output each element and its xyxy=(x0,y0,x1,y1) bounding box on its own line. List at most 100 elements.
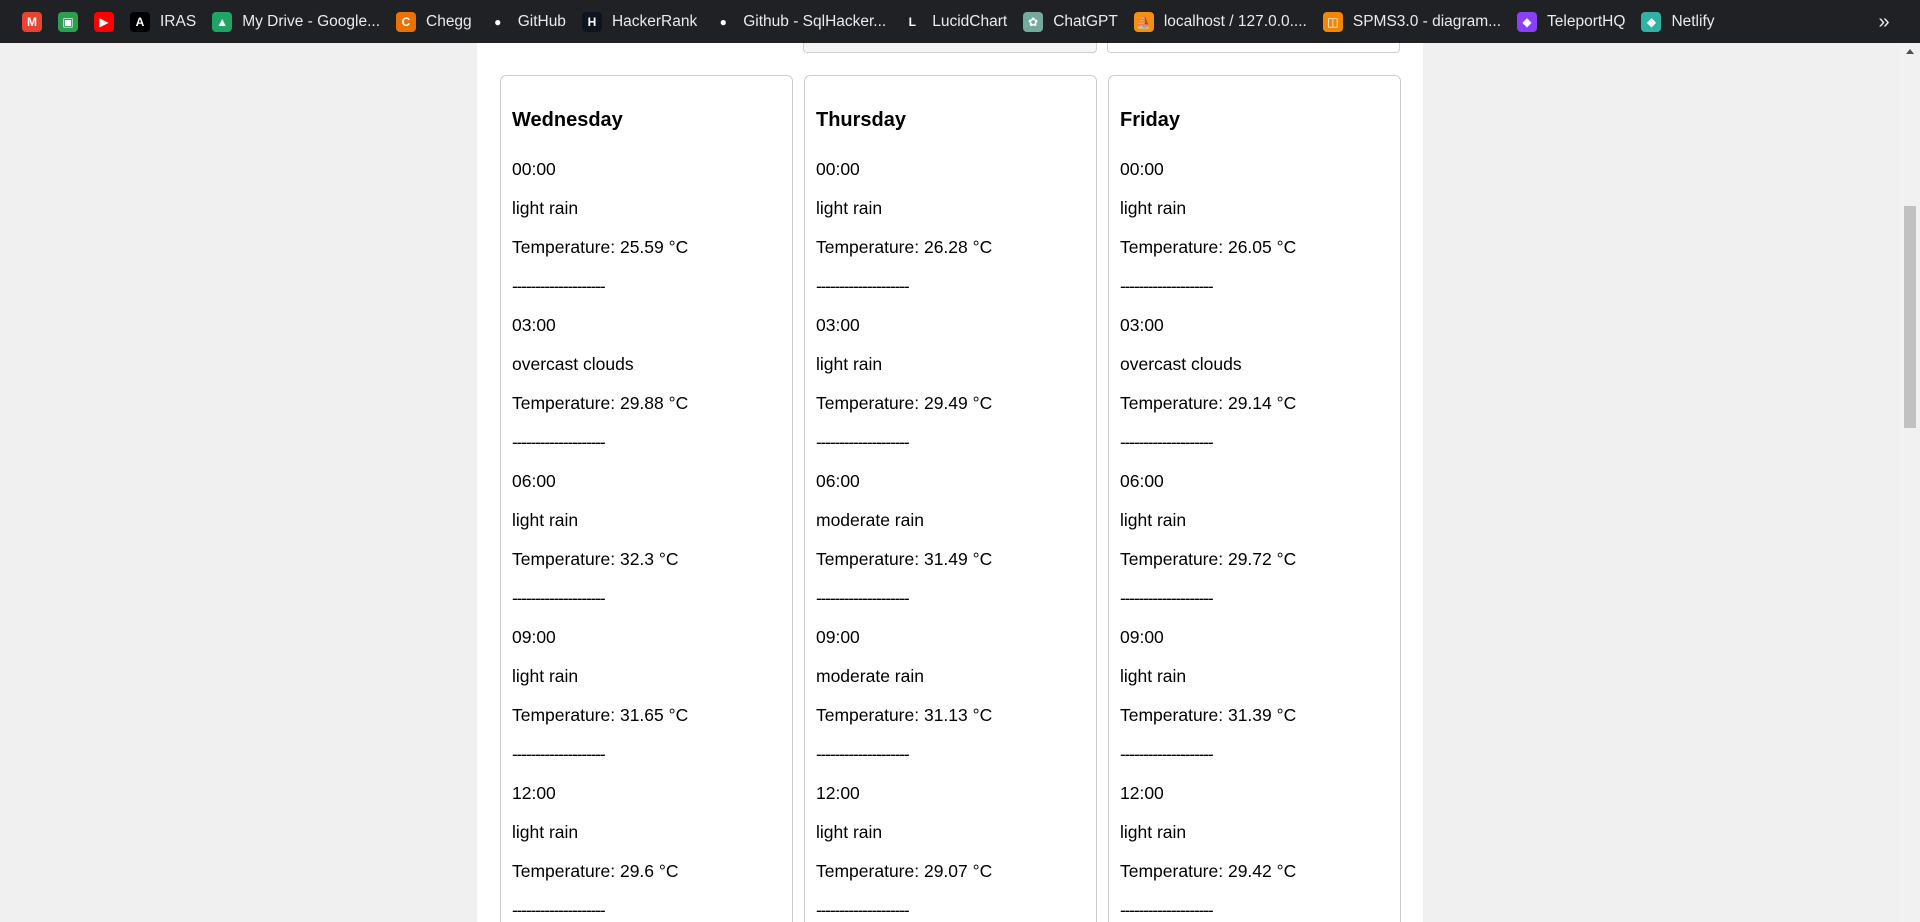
forecast-slot: 03:00 light rain Temperature: 29.49 °C ----… xyxy=(816,306,1096,462)
bookmark-chegg[interactable]: C Chegg xyxy=(388,6,480,38)
more-bookmarks-button[interactable]: » xyxy=(1870,8,1898,36)
forecast-temperature: Temperature: 29.49 °C xyxy=(816,393,993,413)
day-card-wednesday: Wednesday 00:00 light rain Temperature: 25.… xyxy=(500,75,793,922)
bookmark-label: GitHub xyxy=(517,12,566,30)
separator-line: -------------------- xyxy=(1120,900,1214,920)
bookmark-spms[interactable]: ◫ SPMS3.0 - diagram... xyxy=(1315,6,1509,38)
forecast-time: 03:00 xyxy=(1120,315,1164,335)
forecast-slot: 12:00 light rain Temperature: 29.07 °C ----… xyxy=(816,774,1096,922)
separator-line: -------------------- xyxy=(1120,432,1214,452)
forecast-description: light rain xyxy=(512,822,579,842)
forecast-description: light rain xyxy=(512,666,579,686)
bookmark-label: ChatGPT xyxy=(1053,12,1118,30)
forecast-time: 06:00 xyxy=(816,471,860,491)
separator-line: -------------------- xyxy=(1120,744,1214,764)
forecast-time: 06:00 xyxy=(512,471,556,491)
bookmark-github-sqlhacker[interactable]: ● Github - SqlHacker... xyxy=(705,6,894,38)
bookmark-label: Github - SqlHacker... xyxy=(743,12,887,30)
forecast-description: light rain xyxy=(1120,666,1187,686)
day-card-friday: Friday 00:00 light rain Temperature: 26.05 … xyxy=(1108,75,1401,922)
phpmyadmin-icon: ⛵ xyxy=(1133,11,1154,32)
forecast-time: 06:00 xyxy=(1120,471,1164,491)
day-title: Thursday xyxy=(816,109,907,131)
forecast-time: 12:00 xyxy=(816,783,860,803)
bookmark-github[interactable]: ● GitHub xyxy=(480,6,574,38)
forecast-description: light rain xyxy=(816,198,883,218)
separator-line: -------------------- xyxy=(1120,276,1214,296)
forecast-description: light rain xyxy=(816,354,883,374)
vertical-scrollbar[interactable] xyxy=(1900,43,1920,922)
scroll-thumb[interactable] xyxy=(1904,206,1916,428)
drawio-icon: ◫ xyxy=(1322,11,1343,32)
previous-day-card-bottom xyxy=(1107,43,1400,53)
forecast-slot: 09:00 light rain Temperature: 31.65 °C ----… xyxy=(512,618,792,774)
forecast-time: 09:00 xyxy=(512,627,556,647)
forecast-temperature: Temperature: 31.49 °C xyxy=(816,549,993,569)
forecast-temperature: Temperature: 25.59 °C xyxy=(512,237,689,257)
day-title: Friday xyxy=(1120,109,1181,131)
forecast-temperature: Temperature: 31.39 °C xyxy=(1120,705,1297,725)
bookmark-label: LucidChart xyxy=(932,12,1008,30)
day-card-thursday: Thursday 00:00 light rain Temperature: 26.2… xyxy=(804,75,1097,922)
forecast-slot: 06:00 light rain Temperature: 32.3 °C -----… xyxy=(512,462,792,618)
bookmark-label: TeleportHQ xyxy=(1547,12,1626,30)
bookmarks-list: M ▣ ▶ A IRAS ▲ My Drive - Google... C Chegg ● GitH… xyxy=(14,6,1723,38)
forecast-time: 12:00 xyxy=(1120,783,1164,803)
forecast-temperature: Temperature: 26.28 °C xyxy=(816,237,993,257)
bookmark-classroom[interactable]: ▣ xyxy=(50,6,86,38)
bookmark-lucidchart[interactable]: L LucidChart xyxy=(894,6,1015,38)
chegg-icon: C xyxy=(396,11,416,32)
bookmark-localhost[interactable]: ⛵ localhost / 127.0.0.... xyxy=(1126,6,1315,38)
forecast-slot: 09:00 light rain Temperature: 31.39 °C ----… xyxy=(1120,618,1400,774)
classroom-icon: ▣ xyxy=(58,11,78,32)
forecast-slot: 09:00 moderate rain Temperature: 31.13 °C -… xyxy=(816,618,1096,774)
bookmark-teleporthq[interactable]: ◆ TeleportHQ xyxy=(1509,6,1633,38)
bookmark-my-drive[interactable]: ▲ My Drive - Google... xyxy=(204,6,388,38)
forecast-temperature: Temperature: 26.05 °C xyxy=(1120,237,1297,257)
separator-line: -------------------- xyxy=(816,276,910,296)
bookmark-chatgpt[interactable]: ✿ ChatGPT xyxy=(1015,6,1126,38)
lucidchart-icon: L xyxy=(902,11,923,32)
separator-line: -------------------- xyxy=(512,588,606,608)
page-viewport: Wednesday 00:00 light rain Temperature: 25.… xyxy=(0,43,1920,922)
forecast-description: moderate rain xyxy=(816,666,924,686)
forecast-slot: 06:00 light rain Temperature: 29.72 °C ----… xyxy=(1120,462,1400,618)
separator-line: -------------------- xyxy=(512,744,606,764)
forecast-description: light rain xyxy=(512,198,579,218)
bookmark-youtube[interactable]: ▶ xyxy=(86,6,122,38)
bookmark-netlify[interactable]: ◆ Netlify xyxy=(1633,6,1722,38)
forecast-description: light rain xyxy=(816,822,883,842)
separator-line: -------------------- xyxy=(816,744,910,764)
previous-day-card-bottom xyxy=(803,43,1097,53)
separator-line: -------------------- xyxy=(816,432,910,452)
forecast-time: 00:00 xyxy=(816,159,860,179)
drive-icon: ▲ xyxy=(212,11,233,32)
separator-line: -------------------- xyxy=(816,588,910,608)
forecast-temperature: Temperature: 29.6 °C xyxy=(512,861,679,881)
bookmark-hackerrank[interactable]: H HackerRank xyxy=(574,6,705,38)
netlify-icon: ◆ xyxy=(1641,11,1662,32)
bookmark-label: Chegg xyxy=(426,12,472,30)
scroll-up-arrow-icon[interactable] xyxy=(1906,49,1914,54)
forecast-description: moderate rain xyxy=(816,510,924,530)
forecast-temperature: Temperature: 31.65 °C xyxy=(512,705,689,725)
github-icon: ● xyxy=(487,11,508,32)
forecast-container: Wednesday 00:00 light rain Temperature: 25.… xyxy=(477,43,1423,922)
day-title: Wednesday xyxy=(512,109,623,131)
forecast-time: 03:00 xyxy=(816,315,860,335)
separator-line: -------------------- xyxy=(512,900,606,920)
forecast-description: overcast clouds xyxy=(1120,354,1242,374)
teleporthq-icon: ◆ xyxy=(1517,11,1538,32)
chatgpt-icon: ✿ xyxy=(1023,11,1044,32)
bookmark-label: Netlify xyxy=(1671,12,1715,30)
bookmark-iras[interactable]: A IRAS xyxy=(122,6,204,38)
forecast-description: light rain xyxy=(1120,198,1187,218)
youtube-icon: ▶ xyxy=(94,11,114,32)
forecast-slot: 12:00 light rain Temperature: 29.6 °C -----… xyxy=(512,774,792,922)
separator-line: -------------------- xyxy=(512,276,606,296)
separator-line: -------------------- xyxy=(1120,588,1214,608)
bookmark-label: HackerRank xyxy=(611,12,698,30)
iras-icon: A xyxy=(130,11,150,32)
bookmark-gmail[interactable]: M xyxy=(14,6,50,38)
forecast-temperature: Temperature: 29.88 °C xyxy=(512,393,689,413)
